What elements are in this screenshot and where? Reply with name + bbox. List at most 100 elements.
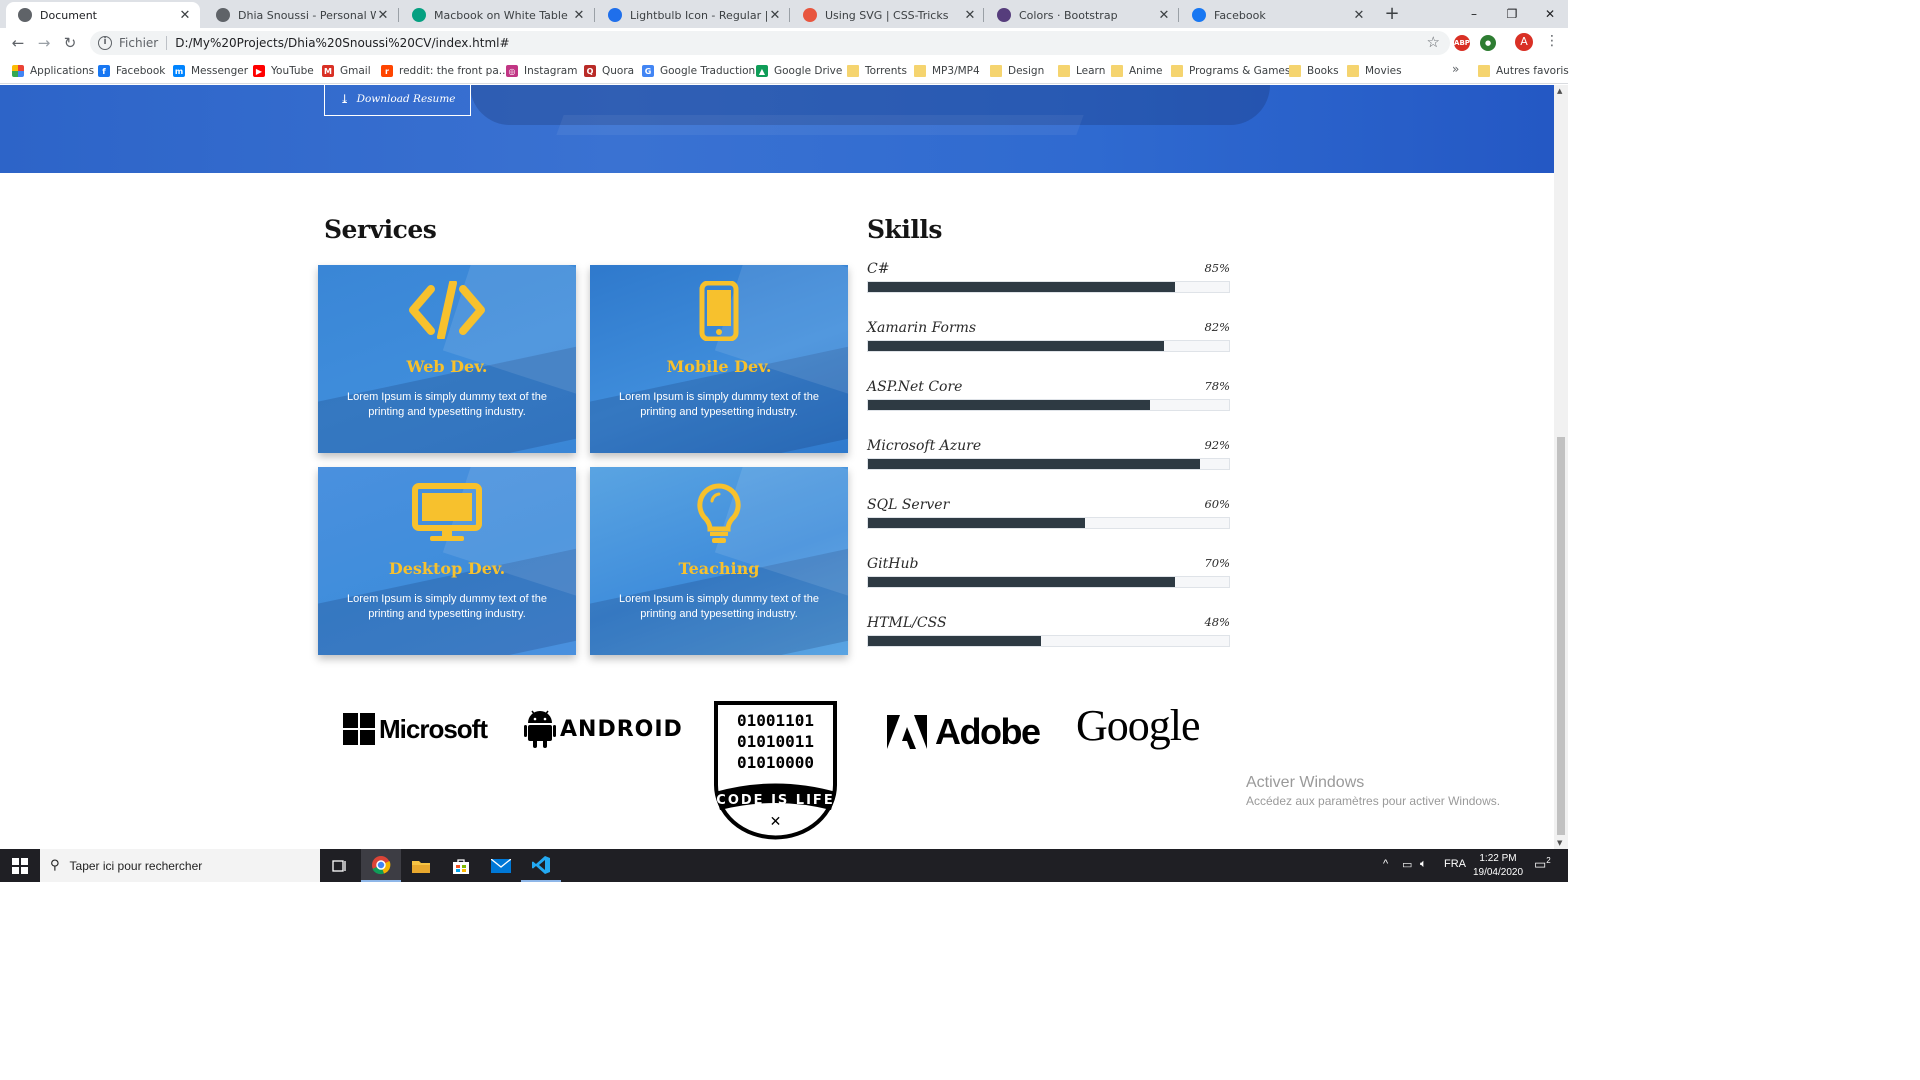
bookmark-item[interactable]: ◎ Instagram xyxy=(506,62,577,80)
bookmark-item[interactable]: Applications xyxy=(12,62,94,80)
mail-taskbar-icon[interactable] xyxy=(481,849,521,882)
bookmark-item[interactable]: Torrents xyxy=(847,62,907,80)
adblock-extension-icon[interactable]: ABP xyxy=(1454,35,1470,51)
skill-percent: 92% xyxy=(1204,438,1230,452)
tab-favicon-icon xyxy=(216,8,230,22)
scroll-down-arrow-icon[interactable]: ▼ xyxy=(1557,839,1562,847)
windows-start-icon[interactable] xyxy=(12,858,28,874)
browser-tab[interactable]: Dhia Snoussi - Personal Website✕ xyxy=(204,2,398,28)
bookmark-item[interactable]: M Gmail xyxy=(322,62,371,80)
bookmark-item[interactable]: Design xyxy=(990,62,1044,80)
bookmark-favicon-icon: Q xyxy=(584,65,596,77)
bookmark-item[interactable]: G Google Traduction xyxy=(642,62,755,80)
vscode-taskbar-icon[interactable] xyxy=(521,849,561,882)
service-description: Lorem Ipsum is simply dummy text of the … xyxy=(347,391,547,418)
bookmark-star-icon[interactable]: ☆ xyxy=(1427,33,1440,51)
taskbar-search-box[interactable]: ⚲ Taper ici pour rechercher xyxy=(40,849,320,882)
page-scrollbar[interactable]: ▲ ▼ xyxy=(1554,85,1568,849)
tab-close-icon[interactable]: ✕ xyxy=(376,8,390,23)
tab-title: Document xyxy=(40,8,97,22)
bookmark-item[interactable]: f Facebook xyxy=(98,62,165,80)
service-title: Web Dev. xyxy=(406,357,488,376)
bookmark-item[interactable]: Q Quora xyxy=(584,62,634,80)
forward-arrow-icon[interactable]: → xyxy=(34,33,54,53)
bookmark-item[interactable]: Programs & Games xyxy=(1171,62,1290,80)
bookmark-item[interactable]: m Messenger xyxy=(173,62,248,80)
bookmark-favicon-icon: r xyxy=(381,65,393,77)
browser-tab[interactable]: Lightbulb Icon - Regular | Font A✕ xyxy=(596,2,790,28)
new-tab-button[interactable]: + xyxy=(1382,4,1402,24)
service-description: Lorem Ipsum is simply dummy text of the … xyxy=(619,593,819,620)
skill-progress-fill xyxy=(868,400,1150,410)
bookmark-item[interactable]: Anime xyxy=(1111,62,1162,80)
bookmark-item[interactable]: MP3/MP4 xyxy=(914,62,980,80)
code-icon xyxy=(318,281,576,343)
more-bookmarks-chevron-icon[interactable]: » xyxy=(1452,62,1459,76)
file-explorer-taskbar-icon[interactable] xyxy=(401,849,441,882)
tab-title: Lightbulb Icon - Regular | Font A xyxy=(630,8,768,22)
bookmark-item[interactable]: ▲ Google Drive xyxy=(756,62,842,80)
bookmark-item[interactable]: ▶ YouTube xyxy=(253,62,314,80)
tab-separator xyxy=(1178,8,1179,22)
task-view-icon[interactable] xyxy=(320,849,360,882)
volume-icon[interactable]: 🔈︎ xyxy=(1420,858,1427,871)
browser-tab[interactable]: Document ✕ xyxy=(6,2,200,28)
service-card: Web Dev. Lorem Ipsum is simply dummy text… xyxy=(318,265,576,453)
skill-percent: 60% xyxy=(1204,497,1230,511)
adobe-a-icon xyxy=(887,715,927,749)
skill-name: ASP.Net Core xyxy=(867,379,963,395)
reload-icon[interactable]: ↻ xyxy=(60,33,80,53)
network-icon[interactable]: ▭ xyxy=(1402,858,1412,871)
maximize-button[interactable]: ❐ xyxy=(1492,0,1532,28)
activate-windows-title: Activer Windows xyxy=(1246,774,1365,791)
download-resume-button[interactable]: ⤓ Download Resume xyxy=(324,85,471,116)
skill-name: GitHub xyxy=(867,556,919,572)
tray-expand-chevron-icon[interactable]: ^ xyxy=(1383,858,1388,870)
bookmark-label: Gmail xyxy=(340,65,371,77)
browser-tab[interactable]: Using SVG | CSS-Tricks ✕ xyxy=(791,2,985,28)
tab-close-icon[interactable]: ✕ xyxy=(963,8,977,23)
browser-tab[interactable]: Colors · Bootstrap ✕ xyxy=(985,2,1179,28)
taskbar-clock[interactable]: 1:22 PM 19/04/2020 xyxy=(1470,852,1526,880)
scroll-up-arrow-icon[interactable]: ▲ xyxy=(1557,87,1562,95)
tab-close-icon[interactable]: ✕ xyxy=(1157,8,1171,23)
bookmark-item[interactable]: Learn xyxy=(1058,62,1105,80)
profile-avatar[interactable]: A xyxy=(1515,33,1533,51)
back-arrow-icon[interactable]: ← xyxy=(8,33,28,53)
site-info-icon[interactable]: i xyxy=(98,36,112,50)
extension-icon[interactable]: ● xyxy=(1480,35,1496,51)
tab-strip: Document✕Dhia Snoussi - Personal Website… xyxy=(0,0,1568,28)
minimize-button[interactable]: – xyxy=(1454,0,1494,28)
folder-icon xyxy=(914,65,926,77)
bookmark-label: Design xyxy=(1008,65,1045,77)
store-taskbar-icon[interactable] xyxy=(441,849,481,882)
close-window-button[interactable]: ✕ xyxy=(1530,0,1570,28)
language-indicator[interactable]: FRA xyxy=(1444,858,1466,870)
other-bookmarks-folder[interactable]: Autres favoris xyxy=(1478,62,1569,80)
adobe-logo: Adobe xyxy=(887,711,1041,753)
bookmark-item[interactable]: r reddit: the front pa... xyxy=(381,62,509,80)
tab-close-icon[interactable]: ✕ xyxy=(768,8,782,23)
scrollbar-thumb[interactable] xyxy=(1557,437,1565,835)
skill-progress-fill xyxy=(868,282,1175,292)
skill-progress-track xyxy=(867,458,1230,470)
tab-close-icon[interactable]: ✕ xyxy=(178,8,192,23)
address-url[interactable]: D:/My%20Projects/Dhia%20Snoussi%20CV/ind… xyxy=(175,36,509,50)
notification-center-icon[interactable]: ▭2 xyxy=(1534,856,1551,872)
microsoft-windows-icon xyxy=(343,713,375,745)
tab-close-icon[interactable]: ✕ xyxy=(572,8,586,23)
tab-separator xyxy=(594,8,595,22)
folder-icon xyxy=(990,65,1002,77)
skill-percent: 82% xyxy=(1204,320,1230,334)
activate-windows-subtitle: Accédez aux paramètres pour activer Wind… xyxy=(1246,794,1501,808)
service-card: Mobile Dev. Lorem Ipsum is simply dummy t… xyxy=(590,265,848,453)
tab-close-icon[interactable]: ✕ xyxy=(1352,8,1366,23)
menu-kebab-icon[interactable]: ⋮ xyxy=(1545,33,1559,49)
address-bar[interactable]: i Fichier D:/My%20Projects/Dhia%20Snouss… xyxy=(90,31,1450,55)
bookmark-item[interactable]: Movies xyxy=(1347,62,1402,80)
bookmark-item[interactable]: Books xyxy=(1289,62,1339,80)
skill-progress-track xyxy=(867,576,1230,588)
browser-tab[interactable]: Facebook ✕ xyxy=(1180,2,1374,28)
chrome-taskbar-icon[interactable] xyxy=(361,849,401,882)
browser-tab[interactable]: Macbook on White Table · Free S✕ xyxy=(400,2,594,28)
